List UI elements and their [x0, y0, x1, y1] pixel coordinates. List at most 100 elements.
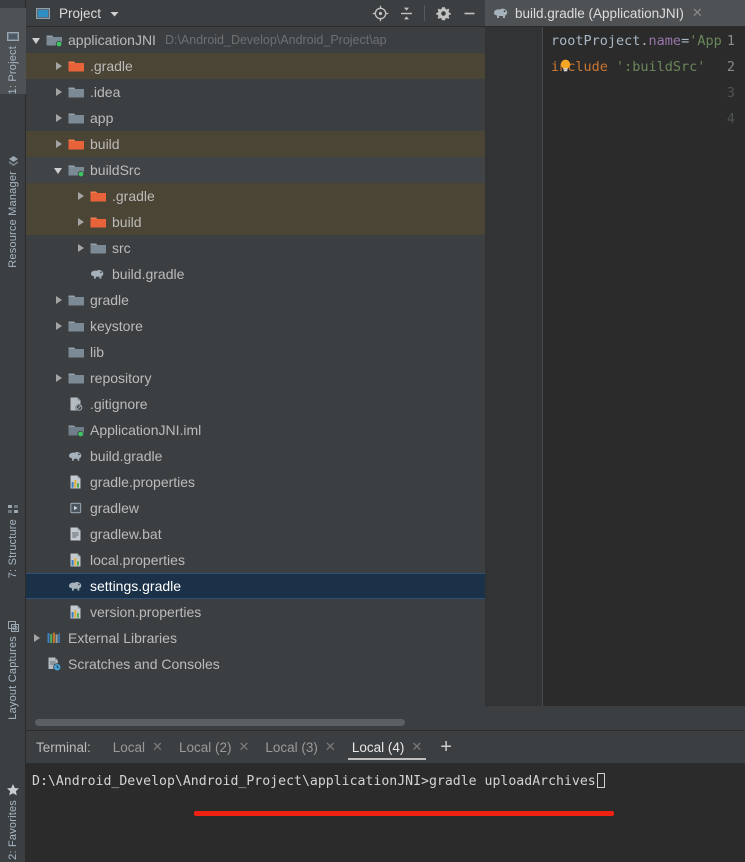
editor-bottom-strip — [485, 706, 745, 730]
sidebar-item-layout-captures[interactable]: Layout Captures — [0, 600, 26, 720]
chevron-right-icon[interactable] — [76, 243, 87, 254]
terminal-tab[interactable]: Local (4) ✕ — [344, 731, 430, 763]
page-title: Project — [59, 5, 102, 21]
tree-row[interactable]: build — [26, 131, 485, 157]
code-editor[interactable]: 1 2 3 4 rootProject.name='App include ':buil… — [485, 27, 745, 706]
code-line[interactable]: rootProject.name='App — [551, 33, 722, 49]
tree-row[interactable]: keystore — [26, 313, 485, 339]
tree-row[interactable]: .gradle — [26, 53, 485, 79]
sidebar-item-structure[interactable]: 7: Structure — [0, 468, 26, 578]
chevron-right-icon[interactable] — [54, 113, 65, 124]
terminal-tab[interactable]: Local (3) ✕ — [257, 731, 343, 763]
plus-icon[interactable]: + — [440, 737, 452, 757]
tree-row-label: local.properties — [90, 552, 185, 568]
sidebar-item-favorites-label: 2: Favorites — [7, 800, 19, 860]
tree-row[interactable]: gradle — [26, 287, 485, 313]
tree-row-label: build — [112, 214, 142, 230]
project-tree[interactable]: applicationJNI D:\Android_Develop\Android… — [26, 27, 485, 730]
sidebar-item-resource-manager[interactable]: Resource Manager — [0, 128, 26, 268]
folder-icon — [68, 344, 85, 360]
code-line[interactable]: include ':buildSrc' — [551, 59, 705, 75]
tree-row[interactable]: src — [26, 235, 485, 261]
chevron-right-icon[interactable] — [54, 373, 65, 384]
tree-row[interactable]: build.gradle — [26, 261, 485, 287]
panel-toolbar — [368, 1, 485, 25]
close-icon[interactable]: ✕ — [411, 739, 422, 755]
tree-row[interactable]: build.gradle — [26, 443, 485, 469]
sidebar-item-resource-manager-label: Resource Manager — [7, 171, 19, 268]
tree-arrow-placeholder — [54, 425, 65, 436]
tree-row[interactable]: gradlew.bat — [26, 521, 485, 547]
excluded-folder-icon — [68, 136, 85, 152]
favorites-star-icon — [6, 783, 20, 800]
chevron-right-icon[interactable] — [54, 295, 65, 306]
tree-row[interactable]: External Libraries — [26, 625, 485, 651]
left-tool-strip: 1: Project Resource Manager 7: Structure — [0, 0, 26, 862]
tree-row[interactable]: applicationJNI D:\Android_Develop\Android… — [26, 27, 485, 53]
chevron-down-icon[interactable] — [32, 35, 43, 46]
tab-build-gradle[interactable]: build.gradle (ApplicationJNI) ✕ — [485, 0, 711, 26]
tree-row[interactable]: app — [26, 105, 485, 131]
chevron-right-icon[interactable] — [54, 87, 65, 98]
iml-module-icon — [68, 422, 85, 438]
chevron-down-icon[interactable] — [109, 8, 120, 19]
chevron-right-icon[interactable] — [54, 61, 65, 72]
chevron-down-icon[interactable] — [54, 165, 65, 176]
terminal-tab[interactable]: Local (2) ✕ — [171, 731, 257, 763]
tree-row[interactable]: gradlew — [26, 495, 485, 521]
folder-icon — [68, 84, 85, 100]
tree-row-label: lib — [90, 344, 105, 360]
terminal-tab-bar: Terminal: Local ✕ Local (2) ✕ Local (3) ✕ Loca… — [26, 731, 745, 763]
terminal-cursor — [596, 773, 605, 788]
tree-scrollbar-thumb[interactable] — [35, 719, 405, 726]
minimize-icon[interactable] — [457, 1, 481, 25]
tree-row[interactable]: settings.gradle — [26, 573, 485, 599]
scratches-icon — [46, 656, 63, 672]
tree-row[interactable]: buildSrc — [26, 157, 485, 183]
tree-row-label: build.gradle — [90, 448, 163, 464]
terminal-prompt-line: D:\Android_Develop\Android_Project\appli… — [32, 773, 605, 789]
sidebar-item-favorites[interactable]: 2: Favorites — [0, 768, 26, 860]
tree-horizontal-scrollbar[interactable] — [26, 718, 485, 727]
terminal-label: Terminal: — [36, 739, 91, 755]
tree-row[interactable]: ApplicationJNI.iml — [26, 417, 485, 443]
close-icon[interactable]: ✕ — [325, 739, 336, 755]
tree-row[interactable]: Scratches and Consoles — [26, 651, 485, 677]
sidebar-item-project[interactable]: 1: Project — [0, 8, 26, 94]
tree-arrow-placeholder — [54, 347, 65, 358]
chevron-right-icon[interactable] — [76, 217, 87, 228]
tree-row-label: app — [90, 110, 114, 126]
sidebar-item-structure-label: 7: Structure — [7, 518, 19, 578]
tree-arrow-placeholder — [54, 477, 65, 488]
close-icon[interactable]: ✕ — [152, 739, 163, 755]
tree-row-label: .idea — [90, 84, 121, 100]
terminal-tab[interactable]: Local ✕ — [105, 731, 171, 763]
close-icon[interactable]: ✕ — [238, 739, 249, 755]
properties-file-icon — [68, 552, 85, 568]
tree-row[interactable]: gradle.properties — [26, 469, 485, 495]
tree-row[interactable]: .idea — [26, 79, 485, 105]
tree-row-label: settings.gradle — [90, 578, 182, 594]
chevron-right-icon[interactable] — [54, 139, 65, 150]
tree-row-label: ApplicationJNI.iml — [90, 422, 202, 438]
tree-row[interactable]: version.properties — [26, 599, 485, 625]
tree-row[interactable]: .gradle — [26, 183, 485, 209]
tree-row[interactable]: lib — [26, 339, 485, 365]
gear-icon[interactable] — [431, 1, 455, 25]
scroll-from-source-icon[interactable] — [368, 1, 392, 25]
folder-icon — [68, 370, 85, 386]
tree-row[interactable]: .gitignore — [26, 391, 485, 417]
tree-row[interactable]: local.properties — [26, 547, 485, 573]
chevron-right-icon[interactable] — [76, 191, 87, 202]
close-icon[interactable]: ✕ — [692, 5, 703, 21]
tree-row-label: gradle.properties — [90, 474, 196, 490]
tree-row[interactable]: build — [26, 209, 485, 235]
tree-arrow-placeholder — [54, 555, 65, 566]
sidebar-item-layout-captures-label: Layout Captures — [7, 636, 19, 720]
chevron-right-icon[interactable] — [54, 321, 65, 332]
gradle-elephant-icon — [68, 448, 85, 464]
lightbulb-icon[interactable] — [558, 58, 573, 73]
collapse-all-icon[interactable] — [394, 1, 418, 25]
chevron-right-icon[interactable] — [32, 633, 43, 644]
tree-row[interactable]: repository — [26, 365, 485, 391]
